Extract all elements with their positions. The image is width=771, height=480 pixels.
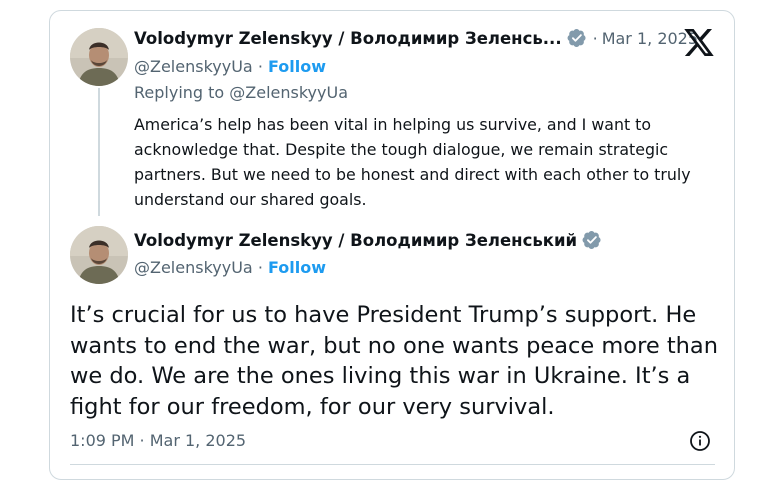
author-handle[interactable]: @ZelenskyyUa (134, 258, 253, 277)
quoted-author-row: Volodymyr Zelenskyy / Володимир Зеленсь.… (134, 28, 698, 48)
verified-badge-icon (567, 29, 586, 47)
author-name[interactable]: Volodymyr Zelenskyy / Володимир Зеленськ… (134, 231, 577, 250)
thread-connector-line (98, 88, 100, 216)
follow-button[interactable]: Follow (268, 258, 326, 277)
x-logo-icon[interactable] (684, 29, 714, 56)
info-icon[interactable] (689, 430, 711, 452)
main-author-row: Volodymyr Zelenskyy / Володимир Зеленськ… (134, 230, 602, 250)
follow-button[interactable]: Follow (268, 57, 326, 76)
separator-dot: · (592, 28, 598, 48)
verified-badge-icon (582, 231, 601, 249)
tweet-timestamp[interactable]: 1:09 PM · Mar 1, 2025 (70, 431, 246, 450)
separator-dot: · (257, 258, 263, 277)
avatar-photo (70, 226, 128, 284)
separator-dot: · (257, 57, 263, 76)
author-handle[interactable]: @ZelenskyyUa (134, 57, 253, 76)
replying-to-label[interactable]: Replying to @ZelenskyyUa (134, 83, 348, 102)
avatar-photo (70, 28, 128, 86)
main-tweet-text: It’s crucial for us to have President Tr… (70, 302, 718, 420)
quoted-handle-row: @ZelenskyyUa · Follow (134, 57, 326, 76)
divider (70, 464, 715, 465)
avatar[interactable] (70, 28, 128, 86)
author-name[interactable]: Volodymyr Zelenskyy / Володимир Зеленсь.… (134, 29, 562, 48)
avatar[interactable] (70, 226, 128, 284)
quoted-tweet-text: America’s help has been vital in helping… (134, 115, 691, 209)
main-handle-row: @ZelenskyyUa · Follow (134, 258, 326, 277)
